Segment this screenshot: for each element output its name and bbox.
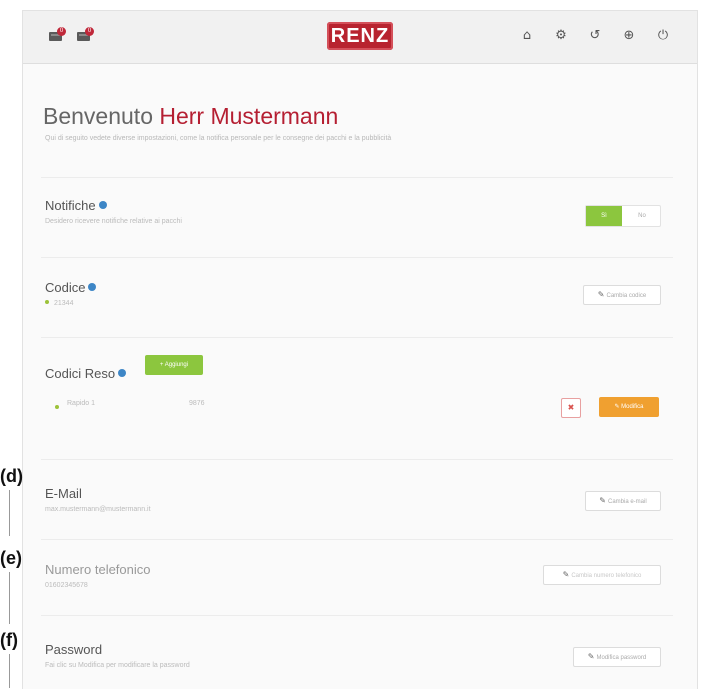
status-dot bbox=[55, 405, 59, 409]
section-codice: Codice 21344 bbox=[41, 257, 673, 338]
telefono-value: 01602345678 bbox=[45, 582, 88, 589]
change-email-label: Cambia e-mail bbox=[608, 499, 647, 505]
notifiche-toggle[interactable]: Sì No bbox=[585, 205, 661, 227]
toggle-on-button[interactable]: Sì bbox=[586, 206, 622, 226]
annotation-label-d: (d) bbox=[0, 466, 23, 486]
password-subtitle: Fai clic su Modifica per modificare la p… bbox=[45, 662, 190, 669]
notifiche-title: Notifiche bbox=[45, 198, 107, 213]
codici-reso-title-text: Codici Reso bbox=[45, 366, 116, 381]
section-email: E-Mail max.mustermann@mustermann.it bbox=[41, 459, 673, 540]
change-code-button[interactable]: ✎ Cambia codice bbox=[583, 285, 661, 305]
telefono-title: Numero telefonico bbox=[45, 562, 151, 577]
codici-reso-title: Codici Reso bbox=[45, 366, 127, 381]
codice-title: Codice bbox=[45, 280, 97, 295]
info-icon[interactable] bbox=[98, 201, 107, 209]
annotation-line bbox=[9, 654, 10, 688]
email-title: E-Mail bbox=[45, 486, 82, 501]
codice-value: 21344 bbox=[45, 300, 73, 307]
change-password-button[interactable]: ✎ Modifica password bbox=[573, 647, 661, 667]
return-code-value: 9876 bbox=[189, 400, 205, 407]
top-bar: 0 0 RENZ ⌂ ⚙ ↺ ⊕ ⏻ bbox=[23, 11, 697, 64]
info-icon[interactable] bbox=[118, 369, 127, 377]
notification-badge: 0 bbox=[85, 27, 94, 36]
user-name: Herr Mustermann bbox=[159, 103, 339, 129]
renz-logo[interactable]: RENZ bbox=[327, 22, 393, 50]
annotation-label-e: (e) bbox=[0, 548, 22, 568]
pencil-icon: ✎ bbox=[562, 570, 570, 579]
annotation-label-f: (f) bbox=[0, 630, 18, 650]
notifiche-subtitle: Desidero ricevere notifiche relative ai … bbox=[45, 218, 182, 225]
change-email-button[interactable]: ✎ Cambia e-mail bbox=[585, 491, 661, 511]
gear-icon[interactable]: ⚙ bbox=[553, 28, 569, 44]
change-phone-label: Cambia numero telefonico bbox=[571, 573, 642, 579]
toggle-off-button[interactable]: No bbox=[624, 206, 660, 226]
page-title: Benvenuto Herr Mustermann bbox=[43, 103, 338, 130]
add-return-code-button[interactable]: + Aggiungi bbox=[145, 355, 203, 375]
top-icon-bar: ⌂ ⚙ ↺ ⊕ ⏻ bbox=[503, 28, 683, 46]
codice-title-text: Codice bbox=[45, 280, 86, 295]
status-dot bbox=[45, 300, 49, 304]
delete-return-code-button[interactable]: ✖ bbox=[561, 398, 581, 418]
change-code-label: Cambia codice bbox=[606, 293, 647, 299]
email-value: max.mustermann@mustermann.it bbox=[45, 506, 151, 513]
info-icon[interactable] bbox=[88, 283, 97, 291]
home-icon[interactable]: ⌂ bbox=[519, 28, 535, 44]
app-window: 0 0 RENZ ⌂ ⚙ ↺ ⊕ ⏻ Benvenuto Herr Muster… bbox=[22, 10, 698, 689]
power-icon[interactable]: ⏻ bbox=[655, 28, 671, 44]
add-label: Aggiungi bbox=[164, 362, 189, 368]
change-password-label: Modifica password bbox=[596, 655, 647, 661]
codice-value-text: 21344 bbox=[54, 300, 74, 307]
mail-icon[interactable]: 0 bbox=[49, 27, 67, 43]
password-title: Password bbox=[45, 642, 103, 657]
notifiche-title-text: Notifiche bbox=[45, 198, 96, 213]
welcome-greeting: Benvenuto bbox=[43, 103, 153, 129]
pencil-icon: ✎ bbox=[599, 496, 606, 505]
return-code-label: Rapido 1 bbox=[67, 400, 96, 407]
mail-icon-secondary[interactable]: 0 bbox=[77, 27, 95, 43]
notification-badge: 0 bbox=[57, 27, 66, 36]
modify-label: Modifica bbox=[621, 404, 644, 410]
section-notifiche: Notifiche Desidero ricevere notifiche re… bbox=[41, 177, 673, 258]
globe-icon[interactable]: ⊕ bbox=[621, 28, 637, 44]
modify-return-code-button[interactable]: ✎ Modifica bbox=[599, 397, 659, 417]
history-icon[interactable]: ↺ bbox=[587, 28, 603, 44]
annotation-line bbox=[9, 490, 10, 536]
change-phone-button[interactable]: ✎ Cambia numero telefonico bbox=[543, 565, 661, 585]
annotation-line bbox=[9, 572, 10, 624]
welcome-subtitle: Qui di seguito vedete diverse impostazio… bbox=[45, 135, 392, 142]
pencil-icon: ✎ bbox=[597, 290, 605, 299]
pencil-icon: ✎ bbox=[587, 652, 595, 661]
